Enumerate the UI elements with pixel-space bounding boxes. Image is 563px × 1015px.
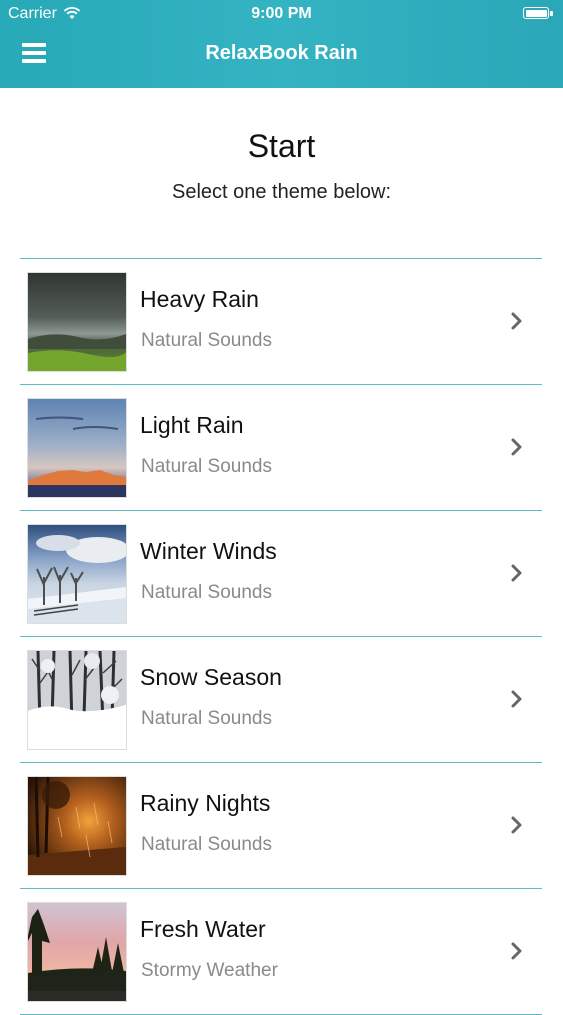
chevron-right-icon — [511, 816, 522, 834]
theme-title: Fresh Water — [140, 916, 266, 942]
header: Carrier 9:00 PM RelaxBook Rain — [0, 0, 563, 88]
theme-title: Light Rain — [140, 412, 244, 438]
heavy-rain-thumbnail — [28, 273, 126, 371]
status-bar: Carrier 9:00 PM — [0, 0, 563, 30]
page-subtitle: Select one theme below: — [171, 181, 392, 203]
battery-icon — [523, 7, 555, 21]
nav-bar: RelaxBook Rain — [0, 30, 563, 88]
theme-row-light-rain[interactable]: Light Rain Natural Sounds — [20, 385, 542, 511]
intro-section: Start Select one theme below: — [0, 88, 563, 204]
theme-row-snow-season[interactable]: Snow Season Natural Sounds — [20, 637, 542, 763]
theme-row-winter-winds[interactable]: Winter Winds Natural Sounds — [20, 511, 542, 637]
chevron-right-icon — [511, 564, 522, 582]
theme-list: Heavy Rain Natural Sounds Light Rain Nat… — [20, 258, 542, 1015]
theme-row-fresh-water[interactable]: Fresh Water Stormy Weather — [20, 889, 542, 1015]
theme-title: Winter Winds — [140, 538, 277, 564]
fresh-water-thumbnail — [28, 903, 126, 1001]
theme-row-rainy-nights[interactable]: Rainy Nights Natural Sounds — [20, 763, 542, 889]
chevron-right-icon — [511, 438, 522, 456]
theme-subtitle: Natural Sounds — [141, 582, 272, 603]
theme-subtitle: Stormy Weather — [141, 960, 278, 981]
theme-title: Heavy Rain — [140, 286, 259, 312]
status-time: 9:00 PM — [251, 5, 312, 22]
theme-subtitle: Natural Sounds — [141, 834, 272, 855]
theme-title: Rainy Nights — [140, 790, 271, 816]
nav-title: RelaxBook Rain — [205, 42, 358, 64]
theme-title: Snow Season — [140, 664, 282, 690]
snow-season-thumbnail — [28, 651, 126, 749]
theme-subtitle: Natural Sounds — [141, 456, 272, 477]
chevron-right-icon — [511, 942, 522, 960]
chevron-right-icon — [511, 312, 522, 330]
page-title: Start — [247, 128, 316, 164]
rainy-nights-thumbnail — [28, 777, 126, 875]
theme-subtitle: Natural Sounds — [141, 708, 272, 729]
light-rain-thumbnail — [28, 399, 126, 497]
chevron-right-icon — [511, 690, 522, 708]
winter-winds-thumbnail — [28, 525, 126, 623]
theme-row-heavy-rain[interactable]: Heavy Rain Natural Sounds — [20, 259, 542, 385]
theme-subtitle: Natural Sounds — [141, 330, 272, 351]
